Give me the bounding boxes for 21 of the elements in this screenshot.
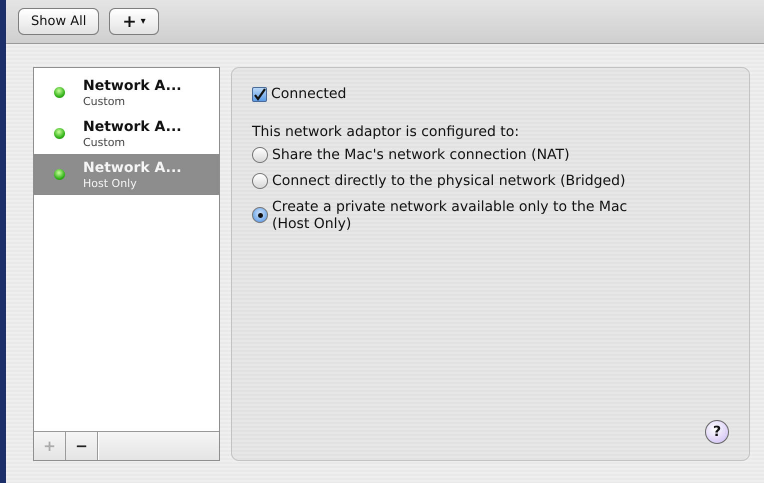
show-all-button[interactable]: Show All <box>18 8 100 35</box>
adapter-name: Network A... <box>83 118 182 136</box>
option-label: Create a private network available only to the Mac (Host Only) <box>272 199 628 233</box>
add-menu-button[interactable]: + ▾ <box>109 8 159 35</box>
option-label: Connect directly to the physical network (Bridged) <box>272 173 626 190</box>
config-label: This network adaptor is configured to: <box>252 124 520 141</box>
option-label: Share the Mac's network connection (NAT) <box>272 147 570 164</box>
adapter-item[interactable]: Network A... Custom <box>34 72 219 113</box>
adapter-type: Host Only <box>83 176 138 190</box>
help-button[interactable]: ? <box>705 420 729 444</box>
adapter-name: Network A... <box>83 160 182 176</box>
adapter-type: Custom <box>83 94 126 108</box>
radio-button[interactable] <box>252 147 268 163</box>
adapter-item[interactable]: Network A... Custom <box>34 113 219 154</box>
radio-button[interactable] <box>252 207 268 223</box>
connected-label: Connected <box>271 86 346 103</box>
connected-checkbox[interactable] <box>252 87 267 102</box>
radio-button[interactable] <box>252 173 268 189</box>
adapter-type: Custom <box>83 136 126 148</box>
remove-button[interactable]: − <box>66 432 98 460</box>
adapter-name: Network A... <box>83 78 182 94</box>
